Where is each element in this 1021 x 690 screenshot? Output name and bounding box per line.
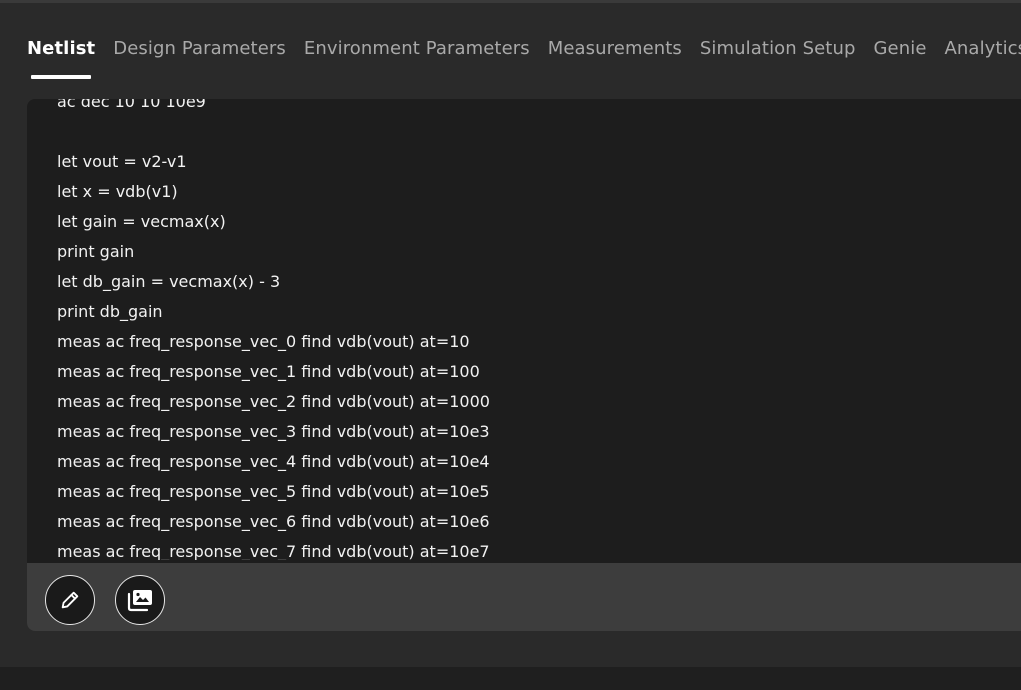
code-line: meas ac freq_response_vec_4 find vdb(vou… xyxy=(57,452,490,471)
window-bottom-strip xyxy=(0,667,1021,690)
code-line: ac dec 10 10 10e9 xyxy=(57,99,206,111)
tab-measurements[interactable]: Measurements xyxy=(548,37,682,79)
netlist-code-lines: ac dec 10 10 10e9 let vout = v2-v1 let x… xyxy=(57,99,490,560)
pencil-icon xyxy=(59,589,81,611)
app-container: Netlist Design Parameters Environment Pa… xyxy=(0,3,1021,667)
code-line: meas ac freq_response_vec_2 find vdb(vou… xyxy=(57,392,490,411)
code-line: let db_gain = vecmax(x) - 3 xyxy=(57,272,281,291)
netlist-panel: ac dec 10 10 10e9 let vout = v2-v1 let x… xyxy=(27,99,1021,631)
gallery-button[interactable] xyxy=(115,575,165,625)
code-line: meas ac freq_response_vec_5 find vdb(vou… xyxy=(57,482,490,501)
tab-netlist[interactable]: Netlist xyxy=(27,37,95,79)
tab-genie[interactable]: Genie xyxy=(874,37,927,79)
edit-button[interactable] xyxy=(45,575,95,625)
tab-analytics[interactable]: Analytics xyxy=(945,37,1021,79)
code-line: let gain = vecmax(x) xyxy=(57,212,226,231)
netlist-code-view[interactable]: ac dec 10 10 10e9 let vout = v2-v1 let x… xyxy=(27,99,1021,560)
code-line: meas ac freq_response_vec_7 find vdb(vou… xyxy=(57,542,490,560)
code-line: let x = vdb(v1) xyxy=(57,182,178,201)
code-line: meas ac freq_response_vec_0 find vdb(vou… xyxy=(57,332,470,351)
code-line: meas ac freq_response_vec_1 find vdb(vou… xyxy=(57,362,480,381)
netlist-toolbar xyxy=(27,563,1021,631)
tab-bar: Netlist Design Parameters Environment Pa… xyxy=(27,37,1021,81)
code-line: print db_gain xyxy=(57,302,163,321)
tab-environment-parameters[interactable]: Environment Parameters xyxy=(304,37,530,79)
code-line: meas ac freq_response_vec_3 find vdb(vou… xyxy=(57,422,490,441)
code-line: meas ac freq_response_vec_6 find vdb(vou… xyxy=(57,512,490,531)
code-line: print gain xyxy=(57,242,135,261)
tab-design-parameters[interactable]: Design Parameters xyxy=(113,37,286,79)
code-line: let vout = v2-v1 xyxy=(57,152,187,171)
image-gallery-icon xyxy=(126,588,154,612)
tab-simulation-setup[interactable]: Simulation Setup xyxy=(700,37,856,79)
